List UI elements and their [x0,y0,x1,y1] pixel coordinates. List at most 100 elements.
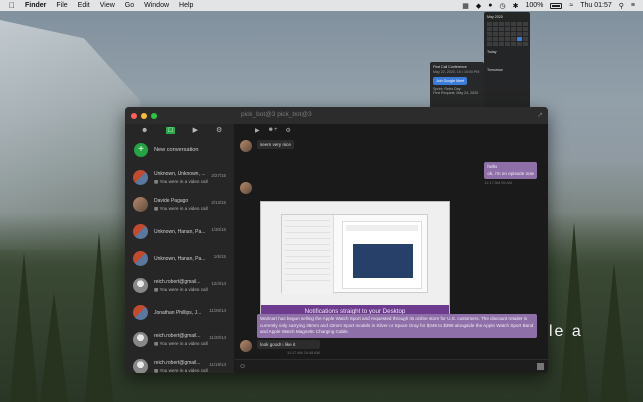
plus-icon: + [134,143,148,157]
avatar [133,305,148,320]
image-attachment[interactable]: Notifications straight to your Desktop [260,201,450,320]
battery-icon[interactable] [550,2,563,9]
conversation-item[interactable]: Unknown, Unknown, ... ▩ You were in a vi… [125,164,234,191]
menu-go[interactable]: Go [125,2,134,9]
tree [10,252,38,402]
conversation-name: Unknown, Hanan, Pa... [154,228,206,235]
message-bubble: seem very nice [257,140,294,149]
calendar-month: May 2020 [487,15,503,19]
conversation-time: 1/6/15 [213,254,226,259]
attachment-page [342,221,422,289]
wifi-icon[interactable]: ≈ [569,2,573,9]
conversation-name: Unknown, Hanan, Pa... [154,255,206,262]
menu-file[interactable]: File [56,2,67,9]
conversation-time: 11/26/14 [209,308,226,313]
tree [600,262,628,402]
sidebar: ☻ □ ▶ ⚙ + New conversation Unknown, Unkn… [125,124,235,373]
menu-edit[interactable]: Edit [78,2,90,9]
message-bubble: Walmart has begun selling the Apple Watc… [257,314,537,338]
conversation-name: reich.robert@gmail... [154,359,201,366]
hangouts-window: pick_bot@3 pick_bot@3 ↗ ☻ □ ▶ ⚙ + New co… [125,107,548,373]
menu-bar:  Finder File Edit View Go Window Help ▦… [0,0,643,11]
minimize-window-button[interactable] [141,112,147,119]
window-title: pick_bot@3 pick_bot@3 [241,111,312,118]
conversation-time: 2/13/15 [211,200,226,205]
contacts-tab-icon[interactable]: ☻ [141,127,148,134]
menu-help[interactable]: Help [179,2,193,9]
event-notification[interactable]: First Call Conference May 22, 2020, 15 •… [430,62,484,108]
conversations-tab-icon[interactable]: □ [166,126,175,134]
close-window-button[interactable] [131,112,137,119]
avatar [240,182,252,194]
message-row-self: hello ok, i'm on episode now 11:17 AM 05… [484,162,537,185]
attach-image-icon[interactable] [537,363,544,370]
message-row [240,182,252,194]
conversation-name: Davide Pagago [154,197,189,204]
message-bubble-self: hello ok, i'm on episode now [484,162,537,179]
conversation-status: ▩ You were in a video call [154,367,208,373]
menu-window[interactable]: Window [144,2,169,9]
message-bubble: look good! i like it [257,340,320,349]
message-time: 11:17 AM 10:48 AM [287,351,320,355]
conversation-item[interactable]: Unknown, Hanan, Pa... 1/30/15 [125,218,234,245]
calendar-tomorrow-label: Tomorrow [487,68,503,72]
avatar [133,197,148,212]
add-people-icon[interactable]: ☻+ [268,127,278,133]
emoji-icon[interactable]: ☺ [239,363,246,370]
conversation-time: 11/19/14 [209,362,226,367]
conversation-item[interactable]: Davide Pagago ▩ You were in a video call… [125,191,234,218]
conversation-name: reich.robert@gmail... [154,332,201,339]
zoom-window-button[interactable] [151,112,157,119]
new-conversation-label: New conversation [154,147,199,153]
notification-title: First Call Conference [433,65,467,69]
control-center-icon[interactable]: ≡ [631,2,635,9]
avatar [240,140,252,152]
conversation-item[interactable]: reich.robert@gmail... ▩ You were in a vi… [125,326,234,353]
avatar [133,332,148,347]
notification-time: May 22, 2020, 15 • 10:00 PM [433,70,480,74]
popout-icon[interactable]: ↗ [537,111,543,119]
message-composer[interactable]: ☺ [235,359,548,373]
conversation-item[interactable]: reich.robert@gmail... ▩ You were in a vi… [125,353,234,373]
clock[interactable]: Thu 01:57 [580,2,612,9]
avatar [133,359,148,373]
video-call-icon[interactable]: ▶ [255,127,260,134]
calendar-grid[interactable] [487,22,528,46]
conversation-item[interactable]: Unknown, Hanan, Pa... 1/6/15 [125,245,234,272]
tree [560,222,588,402]
calendar-status-icon[interactable]: ▦ [462,2,469,10]
tree [85,232,113,402]
tree [40,292,68,402]
avatar [133,251,148,266]
conversation-name: Jonathan Phillips, J... [154,309,202,316]
battery-percent[interactable]: 100% [525,2,543,9]
settings-icon[interactable]: ⚙ [216,126,222,134]
menu-view[interactable]: View [100,2,115,9]
message-row: Walmart has begun selling the Apple Watc… [257,314,537,338]
calendar-today-label: Today [487,50,497,54]
conversation-time: 1/30/15 [211,227,226,232]
conversation-item[interactable]: reich.robert@gmail... ▩ You were in a vi… [125,272,234,299]
video-tab-icon[interactable]: ▶ [193,126,198,134]
avatar [133,278,148,293]
message-row: look good! i like it 11:17 AM 10:48 AM [240,340,320,355]
conversation-item[interactable]: Jonathan Phillips, J... 11/26/14 [125,299,234,326]
time-machine-icon[interactable]: ◷ [500,2,506,10]
message-row: seem very nice [240,140,294,152]
conversation-time: 2/27/15 [211,173,226,178]
avatar [133,224,148,239]
new-conversation-button[interactable]: + New conversation [125,136,234,164]
conversation-status: ▩ You were in a video call [154,178,208,184]
search-icon[interactable]: ⚲ [619,2,624,10]
app-status-icon[interactable]: ● [488,2,492,9]
dropbox-icon[interactable]: ◆ [476,2,481,10]
bluetooth-icon[interactable]: ✱ [513,2,519,10]
chat-settings-icon[interactable]: ⚙ [285,127,290,134]
sidebar-tabs: ☻ □ ▶ ⚙ [125,124,234,136]
menu-app-name[interactable]: Finder [25,2,46,9]
chat-pane: ▶ ☻+ ⚙ seem very nice hello ok, i'm on e… [235,124,548,373]
conversation-time: 11/20/14 [209,335,226,340]
join-meet-button[interactable]: Join Google Meet [433,77,468,85]
apple-menu-icon[interactable]:  [9,1,15,10]
attachment-banner [353,244,413,278]
